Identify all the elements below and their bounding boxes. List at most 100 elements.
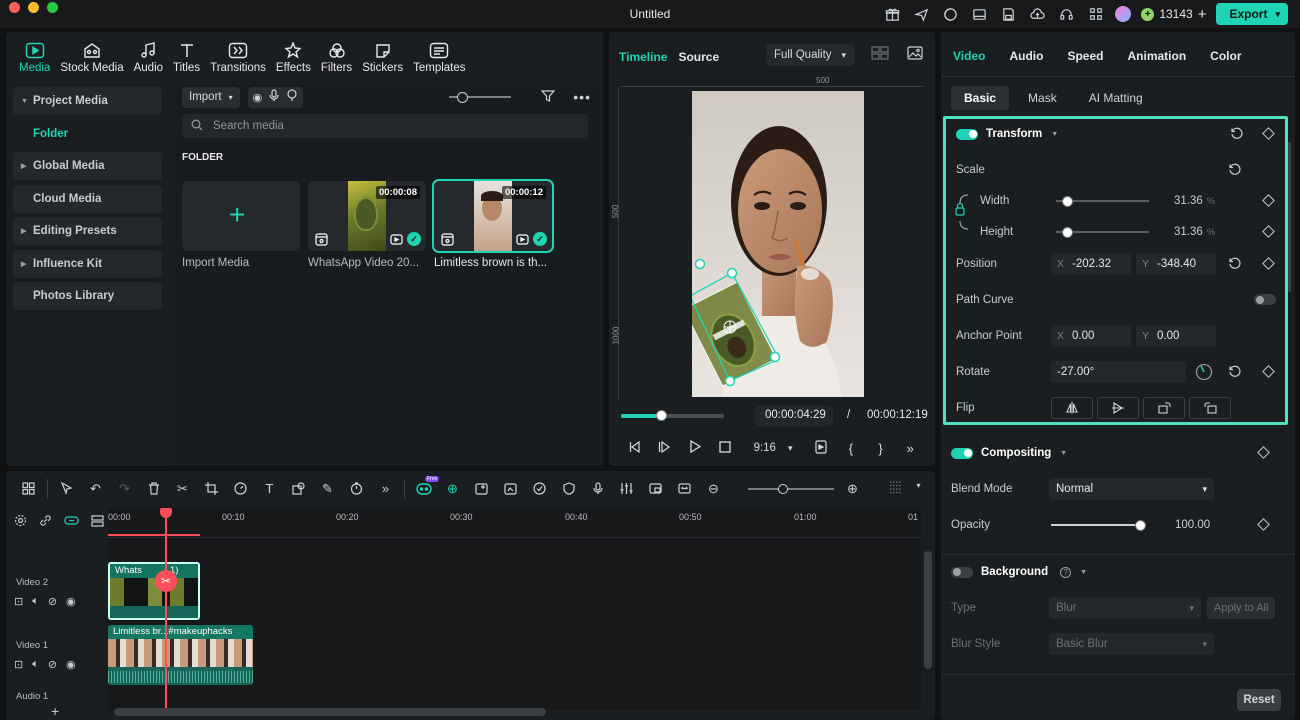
tab-media[interactable]: Media	[14, 32, 55, 78]
preview-scrubber[interactable]	[621, 410, 724, 421]
help-icon[interactable]: ?	[1060, 566, 1072, 578]
sidebar-item-folder[interactable]: Folder	[13, 120, 162, 148]
keyframe-diamond-icon[interactable]	[1257, 518, 1270, 531]
tab-animation[interactable]: Animation	[1127, 49, 1186, 63]
zoom-in-icon[interactable]: ⊕	[838, 481, 867, 497]
blend-mode-dropdown[interactable]: Normal ▾	[1049, 478, 1214, 500]
grid-view-icon[interactable]	[871, 46, 889, 63]
timeline-tracks-area[interactable]: 00:00 00:10 00:20 00:30 00:40 00:50 01:0…	[108, 508, 921, 710]
opacity-value[interactable]: 100.00	[1175, 519, 1210, 531]
caret-down-icon[interactable]: ▼	[1080, 569, 1087, 576]
layout-icon[interactable]	[970, 5, 989, 24]
anchor-x-field[interactable]: X 0.00	[1051, 325, 1131, 347]
caret-down-icon[interactable]: ▼	[1060, 450, 1067, 457]
chevron-down-icon[interactable]: ▾	[1275, 9, 1280, 20]
tab-timeline[interactable]: Timeline	[619, 50, 667, 64]
prev-frame-icon[interactable]	[621, 440, 651, 456]
tab-templates[interactable]: Templates	[408, 32, 470, 78]
reset-button[interactable]: Reset	[1237, 689, 1281, 711]
speed-icon[interactable]	[226, 482, 255, 495]
rotate-field[interactable]: -27.00°	[1051, 361, 1186, 383]
apps-grid-icon[interactable]	[1086, 5, 1105, 24]
gift-icon[interactable]	[883, 5, 902, 24]
split-scissors-icon[interactable]: ✂	[155, 570, 177, 592]
tab-audio[interactable]: Audio	[129, 32, 168, 78]
next-frame-icon[interactable]	[651, 440, 681, 456]
sidebar-item-influence-kit[interactable]: ▶ Influence Kit	[13, 249, 162, 278]
rotate-left-icon[interactable]	[1189, 397, 1231, 419]
filter-icon[interactable]	[540, 89, 556, 106]
tab-video[interactable]: Video	[953, 49, 985, 63]
audio-mixer-icon[interactable]	[612, 482, 641, 495]
media-tile-whatsapp-video[interactable]: 00:00:08 ✓ WhatsApp Video 20...	[308, 181, 426, 269]
export-clip-icon[interactable]	[467, 482, 496, 495]
slider-knob[interactable]	[1062, 226, 1073, 238]
tab-filters[interactable]: Filters	[316, 32, 357, 78]
record-icon[interactable]: ◉	[253, 91, 263, 104]
reset-icon[interactable]	[1228, 257, 1242, 271]
subtab-mask[interactable]: Mask	[1015, 86, 1070, 110]
quality-dropdown[interactable]: Full Quality ▾	[766, 44, 855, 66]
tab-stock-media[interactable]: Stock Media	[55, 32, 128, 78]
crop-icon[interactable]	[197, 482, 226, 495]
select-pointer-icon[interactable]	[52, 482, 81, 495]
keyframe-diamond-icon[interactable]	[1262, 257, 1275, 270]
path-curve-toggle[interactable]	[1254, 294, 1276, 305]
tab-speed[interactable]: Speed	[1067, 49, 1103, 63]
timeline-clip-video-2[interactable]: Whats 1)	[108, 562, 200, 620]
timeline-clip-video-1[interactable]: Limitless br...#makeuphacks	[108, 625, 253, 685]
import-thumb[interactable]: +	[182, 181, 300, 251]
position-y-field[interactable]: Y -348.40	[1136, 253, 1216, 275]
settings-gear-icon[interactable]	[14, 514, 27, 530]
position-x-field[interactable]: X -202.32	[1051, 253, 1131, 275]
pip-icon[interactable]	[641, 482, 670, 495]
tab-color[interactable]: Color	[1210, 49, 1241, 63]
scrubber-knob[interactable]	[656, 410, 668, 421]
sidebar-item-editing-presets[interactable]: ▶ Editing Presets	[13, 217, 162, 245]
marker-icon[interactable]	[806, 439, 836, 457]
sidebar-item-project-media[interactable]: ▼ Project Media	[13, 87, 162, 115]
thumbnail-size-slider[interactable]	[449, 91, 512, 103]
transform-toggle[interactable]	[956, 128, 978, 140]
undo-icon[interactable]: ↶	[81, 481, 110, 497]
cloud-upload-icon[interactable]	[1028, 5, 1047, 24]
reset-icon[interactable]	[1230, 127, 1244, 141]
rotate-right-icon[interactable]	[1143, 397, 1185, 419]
tab-titles[interactable]: Titles	[168, 32, 205, 78]
tab-source[interactable]: Source	[678, 50, 719, 64]
shape-tool-icon[interactable]	[284, 482, 313, 495]
auto-link-icon[interactable]	[64, 514, 79, 530]
save-icon[interactable]	[999, 5, 1018, 24]
play-icon[interactable]	[680, 439, 710, 456]
rotate-dial-icon[interactable]	[1195, 363, 1213, 384]
snapshot-image-icon[interactable]	[907, 46, 923, 63]
eye-icon[interactable]: ◉	[66, 658, 76, 671]
slider-knob[interactable]	[1062, 195, 1073, 207]
fit-width-icon[interactable]	[670, 482, 699, 495]
stop-icon[interactable]	[710, 440, 740, 456]
keyframe-diamond-icon[interactable]	[1262, 127, 1275, 140]
anchor-y-field[interactable]: Y 0.00	[1136, 325, 1216, 347]
width-value[interactable]: 31.36	[1174, 195, 1203, 207]
split-scissors-icon[interactable]: ✂	[168, 481, 197, 497]
credits-display[interactable]: + 13143 +	[1141, 6, 1206, 23]
reset-icon[interactable]	[1228, 365, 1242, 379]
timeline-ruler[interactable]: 00:00 00:10 00:20 00:30 00:40 00:50 01:0…	[108, 508, 921, 538]
slider-knob[interactable]	[1135, 519, 1146, 531]
inspector-scrollbar[interactable]	[1288, 142, 1291, 292]
apply-to-all-button[interactable]: Apply to All	[1207, 597, 1276, 619]
hide-audio-icon[interactable]: ⊘	[48, 595, 57, 608]
tab-transitions[interactable]: Transitions	[205, 32, 271, 78]
import-media-tile[interactable]: + Import Media	[182, 181, 300, 269]
flip-vertical-icon[interactable]	[1097, 397, 1139, 419]
sidebar-item-global-media[interactable]: ▶ Global Media	[13, 152, 162, 180]
tab-stickers[interactable]: Stickers	[357, 32, 408, 78]
keyframe-diamond-icon[interactable]	[1262, 194, 1275, 207]
compositing-toggle[interactable]	[951, 447, 973, 459]
reset-icon[interactable]	[1228, 163, 1242, 177]
media-thumbnail[interactable]: 00:00:12 ✓	[432, 179, 554, 253]
media-thumbnail[interactable]: 00:00:08 ✓	[308, 181, 426, 251]
keyframe-diamond-icon[interactable]	[1262, 365, 1275, 378]
media-tile-limitless-brown[interactable]: 00:00:12 ✓ Limitless brown is th...	[432, 179, 554, 269]
redo-icon[interactable]: ↷	[110, 481, 139, 497]
